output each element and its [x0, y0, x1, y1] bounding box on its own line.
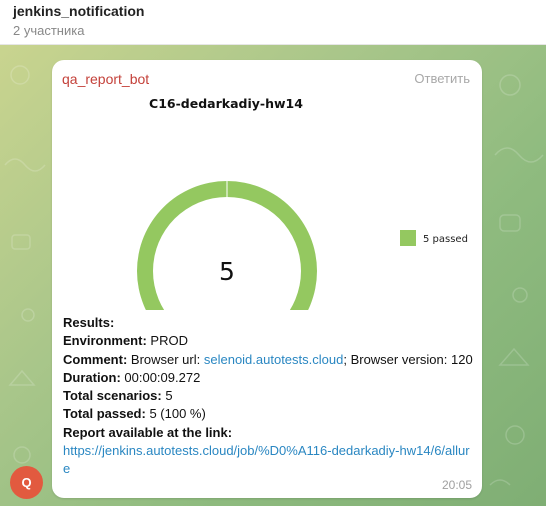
chart-title: C16-dedarkadiy-hw14	[149, 96, 303, 111]
report-link[interactable]: https://jenkins.autotests.cloud/job/%D0%…	[63, 443, 470, 476]
sender-avatar[interactable]: Q	[10, 466, 43, 499]
environment-value: PROD	[146, 333, 188, 349]
comment-browser-version: ; Browser version: 120	[343, 351, 473, 367]
results-label: Results:	[63, 315, 115, 330]
total-scenarios-value: 5	[161, 388, 173, 404]
chart-center-value: 5	[219, 257, 235, 286]
total-scenarios-label: Total scenarios:	[63, 388, 162, 404]
reply-button[interactable]: Ответить	[414, 71, 470, 86]
browser-url-link[interactable]: selenoid.autotests.cloud	[204, 352, 343, 367]
comment-label: Comment:	[63, 351, 128, 367]
comment-text: Browser url:	[127, 351, 204, 367]
legend-swatch	[400, 230, 416, 246]
legend-label: 5 passed	[423, 234, 468, 245]
total-passed-value: 5 (100 %)	[145, 406, 206, 422]
chat-header: jenkins_notification 2 участника	[0, 0, 546, 45]
chat-title[interactable]: jenkins_notification	[13, 3, 144, 19]
message-sender[interactable]: qa_report_bot	[62, 71, 149, 87]
message-text: Results: Environment: PROD Comment: Brow…	[63, 314, 473, 479]
report-label: Report available at the link:	[63, 424, 233, 440]
chart-slice	[137, 181, 317, 310]
report-chart: C16-dedarkadiy-hw14 5 5 passed	[137, 96, 468, 310]
environment-label: Environment:	[63, 333, 147, 349]
total-passed-label: Total passed:	[63, 406, 146, 422]
duration-value: 00:00:09.272	[120, 369, 201, 385]
duration-label: Duration:	[63, 369, 121, 385]
chat-members-count: 2 участника	[13, 23, 85, 38]
message-time: 20:05	[441, 478, 472, 492]
message-bubble: qa_report_bot Ответить C16-dedarkadiy-hw…	[52, 60, 482, 498]
